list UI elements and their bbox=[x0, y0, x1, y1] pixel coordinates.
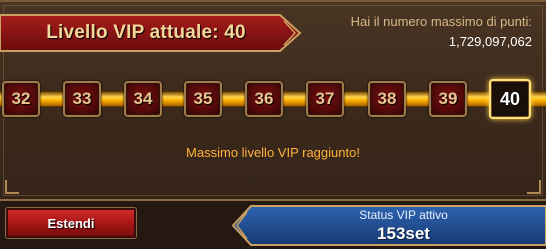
vip-level-banner: Livello VIP attuale: 40 bbox=[0, 13, 302, 53]
vip-level-32[interactable]: 32 bbox=[2, 81, 40, 117]
vip-level-36[interactable]: 36 bbox=[245, 81, 283, 117]
max-level-message: Massimo livello VIP raggiunto! bbox=[186, 145, 360, 160]
corner-ornament bbox=[5, 180, 19, 194]
max-points-info: Hai il numero massimo di punti: 1,729,09… bbox=[302, 12, 532, 52]
max-points-text: Hai il numero massimo di punti: bbox=[350, 14, 532, 29]
vip-level-37[interactable]: 37 bbox=[306, 81, 344, 117]
vip-panel: Livello VIP attuale: 40 Hai il numero ma… bbox=[0, 0, 546, 201]
footer-bar: Estendi Status VIP attivo 153set bbox=[0, 201, 546, 249]
vip-level-35[interactable]: 35 bbox=[184, 81, 222, 117]
vip-status-label: Status VIP attivo bbox=[359, 208, 448, 222]
vip-level-34[interactable]: 34 bbox=[124, 81, 162, 117]
corner-ornament bbox=[527, 180, 541, 194]
vip-level-39[interactable]: 39 bbox=[429, 81, 467, 117]
vip-status-panel: Status VIP attivo 153set bbox=[231, 204, 546, 247]
vip-status-value: 153set bbox=[377, 224, 430, 243]
vip-level-38[interactable]: 38 bbox=[368, 81, 406, 117]
vip-level-current[interactable]: 40 bbox=[489, 79, 531, 119]
vip-level-title: Livello VIP attuale: 40 bbox=[46, 22, 246, 43]
max-points-value: 1,729,097,062 bbox=[448, 34, 532, 49]
vip-level-33[interactable]: 33 bbox=[63, 81, 101, 117]
extend-button[interactable]: Estendi bbox=[6, 208, 136, 238]
